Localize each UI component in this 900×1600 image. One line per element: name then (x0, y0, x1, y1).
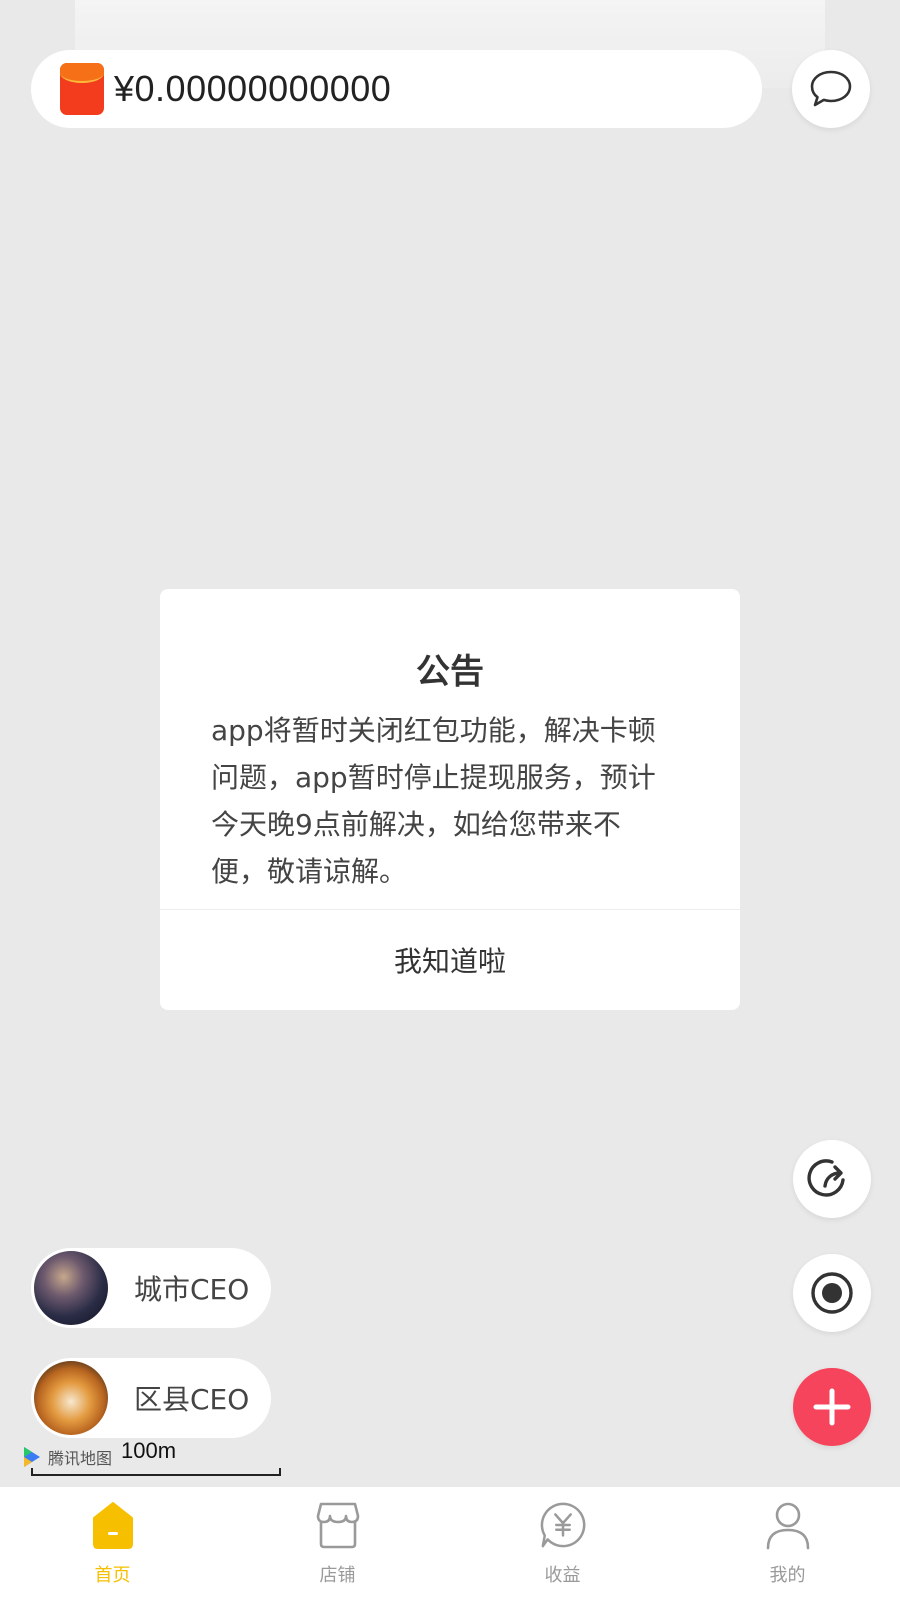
store-icon (316, 1502, 359, 1549)
dialog-title: 公告 (416, 652, 484, 692)
tab-home[interactable]: 首页 (0, 1487, 225, 1600)
tab-home-label: 首页 (94, 1565, 131, 1586)
tab-earnings[interactable]: 收益 (450, 1487, 675, 1600)
dialog-line: app将暂时关闭红包功能，解决卡顿 (211, 714, 656, 747)
chat-bubble-icon (810, 70, 852, 107)
tencent-map-logo-icon (24, 1447, 40, 1467)
tencent-map-logo: 腾讯地图 (20, 1445, 112, 1469)
plus-icon (813, 1388, 851, 1426)
yuan-chat-icon (540, 1502, 585, 1548)
user-icon (766, 1502, 809, 1550)
tab-mine-label: 我的 (769, 1565, 806, 1586)
bottom-tab-bar: 首页 店铺 收益 我的 (0, 1487, 900, 1600)
tab-mine[interactable]: 我的 (675, 1487, 900, 1600)
dialog-line: 问题，app暂时停止提现服务，预计 (211, 761, 656, 794)
city-ceo-label: 城市CEO (134, 1273, 250, 1306)
balance-pill[interactable]: ¥0.00000000000 (31, 50, 762, 128)
dialog-line: 便，敬请谅解。 (211, 855, 408, 888)
dialog-message: app将暂时关闭红包功能，解决卡顿 问题，app暂时停止提现服务，预计 今天晚9… (211, 707, 691, 895)
city-ceo-avatar (34, 1251, 108, 1325)
locate-target-icon (811, 1272, 853, 1314)
county-ceo-avatar (34, 1361, 108, 1435)
county-ceo-label: 区县CEO (134, 1383, 250, 1416)
share-button[interactable] (793, 1140, 871, 1218)
dialog-line: 今天晚9点前解决，如给您带来不 (211, 808, 621, 841)
city-ceo-button[interactable]: 城市CEO (31, 1248, 271, 1328)
balance-amount: ¥0.00000000000 (114, 68, 392, 109)
tab-store-label: 店铺 (319, 1565, 356, 1586)
county-ceo-button[interactable]: 区县CEO (31, 1358, 271, 1438)
map-scale-bar (31, 1468, 281, 1476)
tab-earnings-label: 收益 (544, 1565, 581, 1586)
share-icon (807, 1159, 845, 1197)
map-scale-text: 100m (121, 1438, 177, 1463)
message-button[interactable] (792, 50, 870, 128)
red-packet-icon (60, 63, 104, 115)
locate-button[interactable] (793, 1254, 871, 1332)
add-button[interactable] (793, 1368, 871, 1446)
tab-store[interactable]: 店铺 (225, 1487, 450, 1600)
home-tag-icon (92, 1502, 133, 1549)
map-logo-text: 腾讯地图 (48, 1449, 113, 1468)
announcement-dialog: 公告 app将暂时关闭红包功能，解决卡顿 问题，app暂时停止提现服务，预计 今… (160, 589, 740, 1010)
dialog-confirm-button[interactable]: 我知道啦 (160, 910, 740, 1010)
